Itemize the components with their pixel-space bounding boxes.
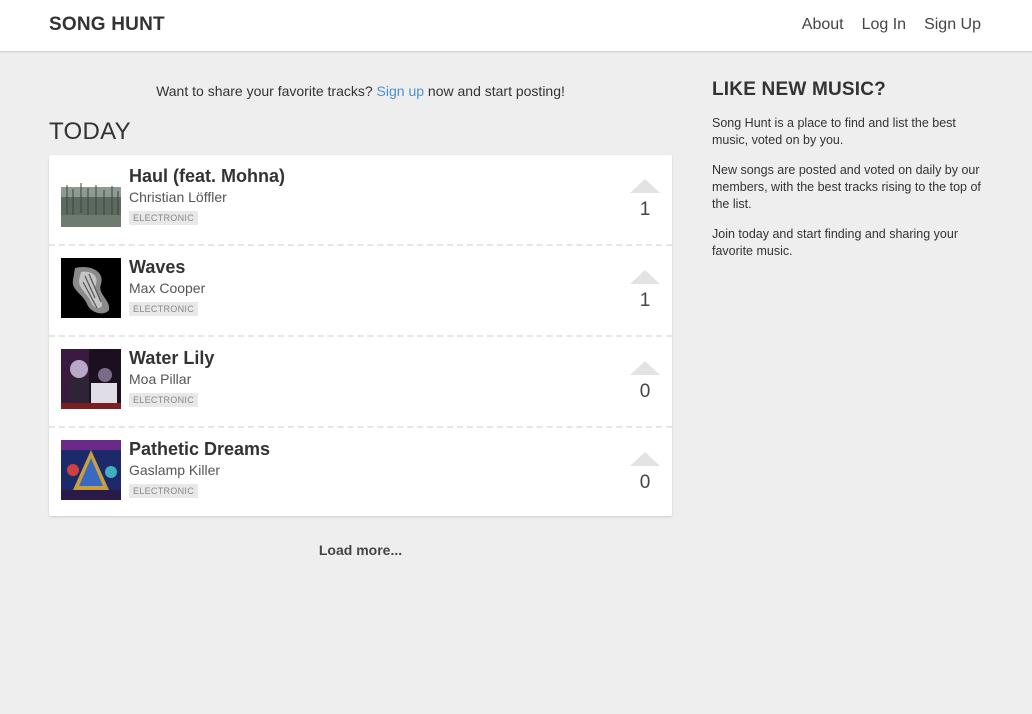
load-more-button[interactable]: Load more... (49, 542, 672, 558)
album-art-thumbnail[interactable] (61, 440, 121, 500)
sidebar-paragraph: Song Hunt is a place to find and list th… (712, 116, 956, 147)
vote-count: 0 (639, 472, 651, 493)
upvote-arrow-icon[interactable] (630, 270, 660, 284)
track-artist: Christian Löffler (129, 189, 227, 205)
album-art-thumbnail[interactable] (61, 258, 121, 318)
vote-count: 1 (639, 199, 651, 220)
upvote-arrow-icon[interactable] (630, 452, 660, 466)
vote-widget: 0 (630, 452, 660, 494)
nav-login-link[interactable]: Log In (862, 16, 906, 34)
sidebar: LIKE NEW MUSIC? Song Hunt is a place to … (712, 79, 987, 260)
main-content: Want to share your favorite tracks? Sign… (49, 52, 672, 558)
track-list: Haul (feat. Mohna) Christian Löffler ELE… (49, 155, 672, 516)
invite-text-after: now and start posting! (424, 83, 565, 99)
genre-tag[interactable]: ELECTRONIC (129, 393, 199, 407)
album-art-thumbnail[interactable] (61, 349, 121, 409)
sidebar-paragraph: New songs are posted and voted on daily … (712, 163, 981, 211)
nav-about-link[interactable]: About (802, 16, 844, 34)
sidebar-heading: LIKE NEW MUSIC? (712, 79, 886, 100)
upvote-arrow-icon[interactable] (630, 179, 660, 193)
track-artist: Gaslamp Killer (129, 462, 221, 478)
track-title[interactable]: Water Lily (129, 348, 214, 369)
track-artist: Moa Pillar (129, 371, 192, 387)
track-title[interactable]: Waves (129, 257, 185, 278)
upvote-arrow-icon[interactable] (630, 361, 660, 375)
vote-count: 1 (639, 290, 651, 311)
track-item[interactable]: Haul (feat. Mohna) Christian Löffler ELE… (49, 155, 672, 246)
sidebar-paragraph: Join today and start finding and sharing… (712, 227, 958, 258)
album-art-thumbnail[interactable] (61, 167, 121, 227)
track-title[interactable]: Haul (feat. Mohna) (129, 166, 285, 187)
invite-signup-link[interactable]: Sign up (377, 83, 424, 99)
section-title: TODAY (49, 118, 131, 145)
vote-widget: 1 (630, 270, 660, 312)
track-item[interactable]: Water Lily Moa Pillar ELECTRONIC 0 (49, 337, 672, 428)
nav-links: About Log In Sign Up (802, 16, 981, 34)
top-navbar: SONG HUNT About Log In Sign Up (0, 0, 1032, 52)
genre-tag[interactable]: ELECTRONIC (129, 484, 199, 498)
track-artist: Max Cooper (129, 280, 206, 296)
vote-widget: 1 (630, 179, 660, 221)
track-title[interactable]: Pathetic Dreams (129, 439, 270, 460)
brand-logo[interactable]: SONG HUNT (49, 14, 165, 36)
invite-text-before: Want to share your favorite tracks? (156, 83, 377, 99)
vote-widget: 0 (630, 361, 660, 403)
nav-signup-link[interactable]: Sign Up (924, 16, 981, 34)
track-item[interactable]: Pathetic Dreams Gaslamp Killer ELECTRONI… (49, 428, 672, 516)
signup-invite: Want to share your favorite tracks? Sign… (49, 83, 672, 103)
genre-tag[interactable]: ELECTRONIC (129, 302, 199, 316)
track-item[interactable]: Waves Max Cooper ELECTRONIC 1 (49, 246, 672, 337)
genre-tag[interactable]: ELECTRONIC (129, 211, 199, 225)
vote-count: 0 (639, 381, 651, 402)
